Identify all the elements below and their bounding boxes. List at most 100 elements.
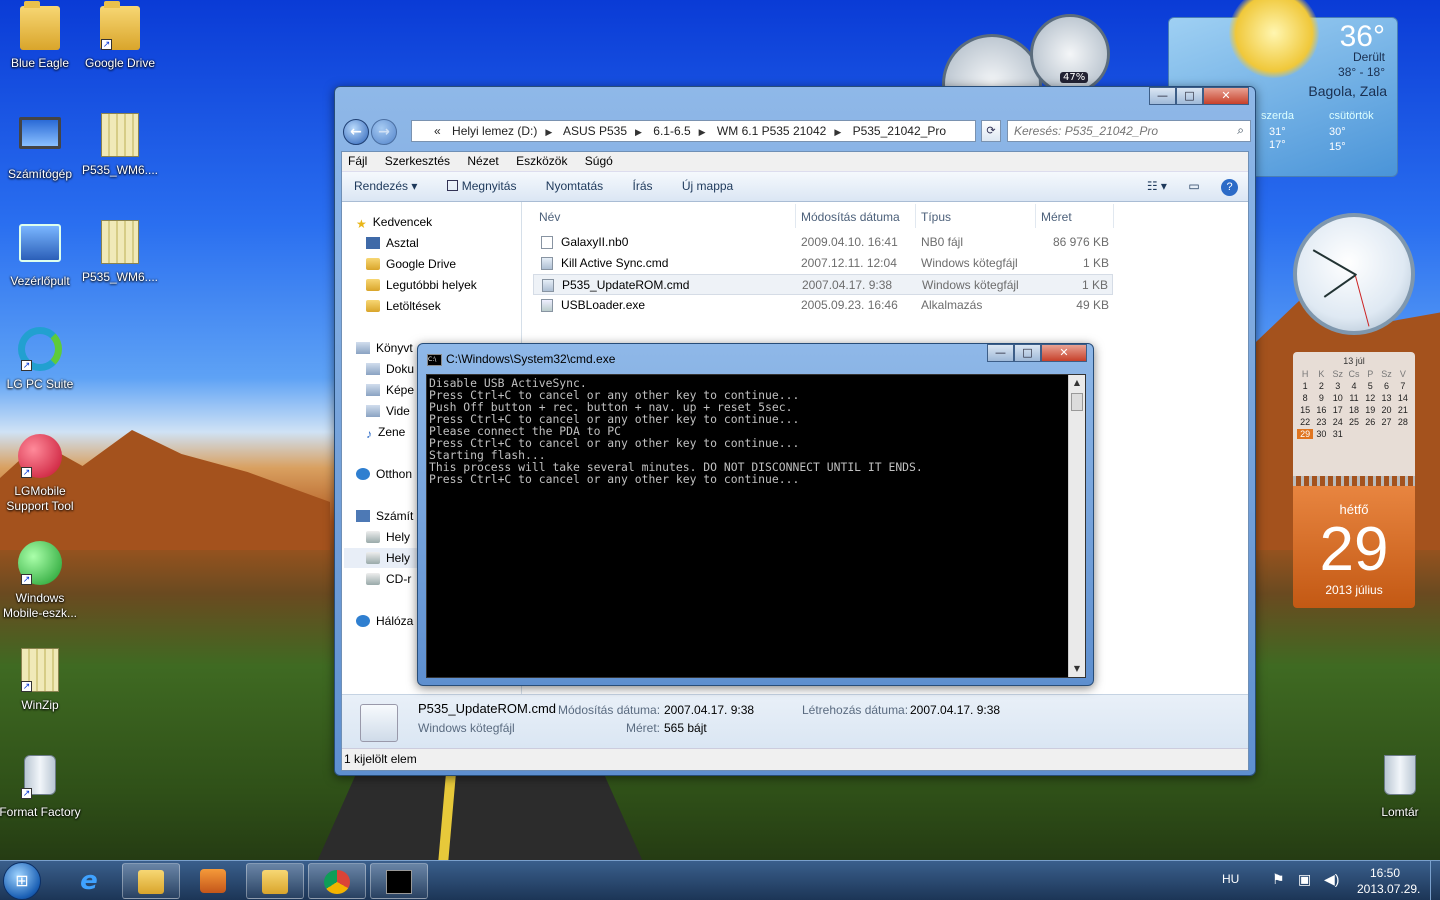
minimize-button[interactable]: — [1149, 87, 1176, 105]
calendar-day[interactable]: 27 [1378, 417, 1394, 427]
column-separator[interactable] [915, 204, 916, 228]
calendar-day[interactable]: 2 [1313, 381, 1329, 391]
nav-downloads[interactable]: Letöltések [366, 296, 441, 316]
maximize-button[interactable]: □ [1014, 344, 1041, 362]
nav-libraries[interactable]: Könyvt [356, 338, 413, 358]
menu-help[interactable]: Súgó [585, 154, 613, 168]
nav-cd-drive[interactable]: CD-r [366, 569, 411, 589]
open-button[interactable]: Megnyitás [446, 179, 516, 193]
back-button[interactable]: ← [343, 119, 369, 145]
calendar-day[interactable]: 13 [1378, 393, 1394, 403]
cmd-window[interactable]: C:\ C:\Windows\System32\cmd.exe — □ ✕ Di… [417, 343, 1094, 686]
show-desktop-button[interactable] [1430, 861, 1440, 900]
calendar-day[interactable]: 15 [1297, 405, 1313, 415]
nav-recent[interactable]: Legutóbbi helyek [366, 275, 477, 295]
nav-videos[interactable]: Vide [366, 401, 410, 421]
nav-desktop[interactable]: Asztal [366, 233, 419, 253]
desktop-icon-recycle-bin[interactable]: Lomtár [1358, 755, 1440, 820]
volume-icon[interactable]: ◀) [1324, 871, 1339, 888]
close-button[interactable]: ✕ [1041, 344, 1087, 362]
calendar-gadget[interactable]: 13 júl H K Sz Cs P Sz V 1 2 3 4 5 6 7 8 9 10 11 12 13 14 15 16… [1293, 352, 1415, 608]
calendar-day[interactable]: 1 [1297, 381, 1313, 391]
preview-pane-icon[interactable]: ▭ [1188, 179, 1199, 193]
maximize-button[interactable]: □ [1176, 87, 1203, 105]
chevron-right-icon[interactable]: ▶ [834, 127, 841, 137]
chevron-right-icon[interactable]: ▶ [699, 127, 706, 137]
desktop-icon-windows-mobile[interactable]: ↗ Windows Mobile-eszk... [0, 541, 82, 621]
desktop-icon-lg-pc-suite[interactable]: ↗ LG PC Suite [0, 327, 82, 392]
file-row[interactable]: Kill Active Sync.cmd 2007.12.11. 12:04 W… [533, 253, 1113, 274]
calendar-day[interactable]: 25 [1346, 417, 1362, 427]
desktop-icon-p535-zip-1[interactable]: P535_WM6.... [78, 113, 162, 178]
calendar-day[interactable]: 14 [1395, 393, 1411, 403]
calendar-day[interactable]: 16 [1313, 405, 1329, 415]
nav-music[interactable]: ♪ Zene [366, 422, 405, 442]
desktop-icon-format-factory[interactable]: ↗ Format Factory [0, 755, 82, 820]
file-row[interactable]: GalaxyII.nb0 2009.04.10. 16:41 NB0 fájl … [533, 232, 1113, 253]
desktop-icon-winzip[interactable]: ↗ WinZip [0, 648, 82, 713]
calendar-day[interactable]: 18 [1346, 405, 1362, 415]
breadcrumb-asus[interactable]: ASUS P535 [563, 124, 627, 138]
nav-computer[interactable]: Számít [356, 506, 413, 526]
console-scrollbar[interactable]: ▲ ▼ [1068, 375, 1085, 677]
organize-button[interactable]: Rendezés ▾ [354, 179, 417, 193]
nav-drive-c[interactable]: Hely [366, 527, 410, 547]
column-separator[interactable] [1113, 204, 1114, 228]
minimize-button[interactable]: — [987, 344, 1014, 362]
chevron-right-icon[interactable]: ▶ [545, 127, 552, 137]
calendar-day[interactable]: 6 [1378, 381, 1394, 391]
taskbar-folder-2[interactable] [246, 863, 304, 899]
column-header-name[interactable]: Név [539, 210, 560, 224]
burn-button[interactable]: Írás [633, 179, 653, 193]
column-header-type[interactable]: Típus [921, 210, 951, 224]
view-options-icon[interactable]: ☷ ▾ [1147, 179, 1167, 193]
nav-favorites[interactable]: ★ Kedvencek [356, 212, 432, 232]
clock-gadget[interactable] [1293, 213, 1415, 335]
calendar-day[interactable]: 31 [1330, 429, 1346, 439]
calendar-day[interactable]: 28 [1395, 417, 1411, 427]
calendar-day[interactable]: 4 [1346, 381, 1362, 391]
help-icon[interactable]: ? [1221, 179, 1238, 196]
calendar-day[interactable]: 5 [1362, 381, 1378, 391]
file-row[interactable]: USBLoader.exe 2005.09.23. 16:46 Alkalmaz… [533, 295, 1113, 316]
breadcrumb-current[interactable]: P535_21042_Pro [853, 124, 946, 138]
menu-tools[interactable]: Eszközök [516, 154, 567, 168]
address-bar[interactable]: « Helyi lemez (D:) ▶ ASUS P535 ▶ 6.1-6.5 ▶ … [411, 120, 976, 142]
calendar-day[interactable]: 11 [1346, 393, 1362, 403]
taskbar-media-player[interactable] [184, 863, 242, 899]
menu-edit[interactable]: Szerkesztés [385, 154, 450, 168]
nav-network[interactable]: Hálóza [356, 611, 413, 631]
refresh-button[interactable]: ⟳ [981, 120, 1001, 142]
desktop-icon-google-drive[interactable]: ↗ Google Drive [78, 1, 162, 71]
menu-file[interactable]: Fájl [348, 154, 367, 168]
nav-drive-d[interactable]: Hely [366, 548, 410, 568]
calendar-day[interactable]: 3 [1330, 381, 1346, 391]
nav-google-drive[interactable]: Google Drive [366, 254, 456, 274]
taskbar-explorer[interactable] [122, 863, 180, 899]
taskbar-ie[interactable]: e [60, 863, 118, 899]
scroll-thumb[interactable] [1071, 393, 1083, 411]
calendar-day[interactable]: 9 [1313, 393, 1329, 403]
clock-date[interactable]: 2013.07.29. [1357, 882, 1420, 896]
print-button[interactable]: Nyomtatás [546, 179, 603, 193]
desktop-icon-blue-eagle[interactable]: Blue Eagle [0, 1, 82, 71]
taskbar-chrome[interactable] [308, 863, 366, 899]
calendar-day[interactable]: 17 [1330, 405, 1346, 415]
column-header-date[interactable]: Módosítás dátuma [801, 210, 900, 224]
menu-view[interactable]: Nézet [467, 154, 498, 168]
scroll-down-arrow-icon[interactable]: ▼ [1069, 661, 1085, 677]
breadcrumb-overflow[interactable]: « [434, 124, 441, 138]
file-row-selected[interactable]: P535_UpdateROM.cmd 2007.04.17. 9:38 Wind… [533, 274, 1113, 295]
flag-icon[interactable]: ⚑ [1272, 871, 1285, 888]
desktop-icon-lgmobile-support[interactable]: ↗ LGMobile Support Tool [0, 434, 82, 514]
nav-pictures[interactable]: Képe [366, 380, 414, 400]
nav-homegroup[interactable]: Otthon [356, 464, 412, 484]
scroll-up-arrow-icon[interactable]: ▲ [1069, 375, 1085, 391]
calendar-day[interactable]: 7 [1395, 381, 1411, 391]
calendar-day[interactable]: 21 [1395, 405, 1411, 415]
calendar-day[interactable]: 29 [1297, 429, 1314, 439]
calendar-day[interactable]: 12 [1362, 393, 1378, 403]
clock-time[interactable]: 16:50 [1370, 866, 1400, 880]
breadcrumb-drive[interactable]: Helyi lemez (D:) [452, 124, 537, 138]
calendar-day[interactable]: 26 [1362, 417, 1378, 427]
